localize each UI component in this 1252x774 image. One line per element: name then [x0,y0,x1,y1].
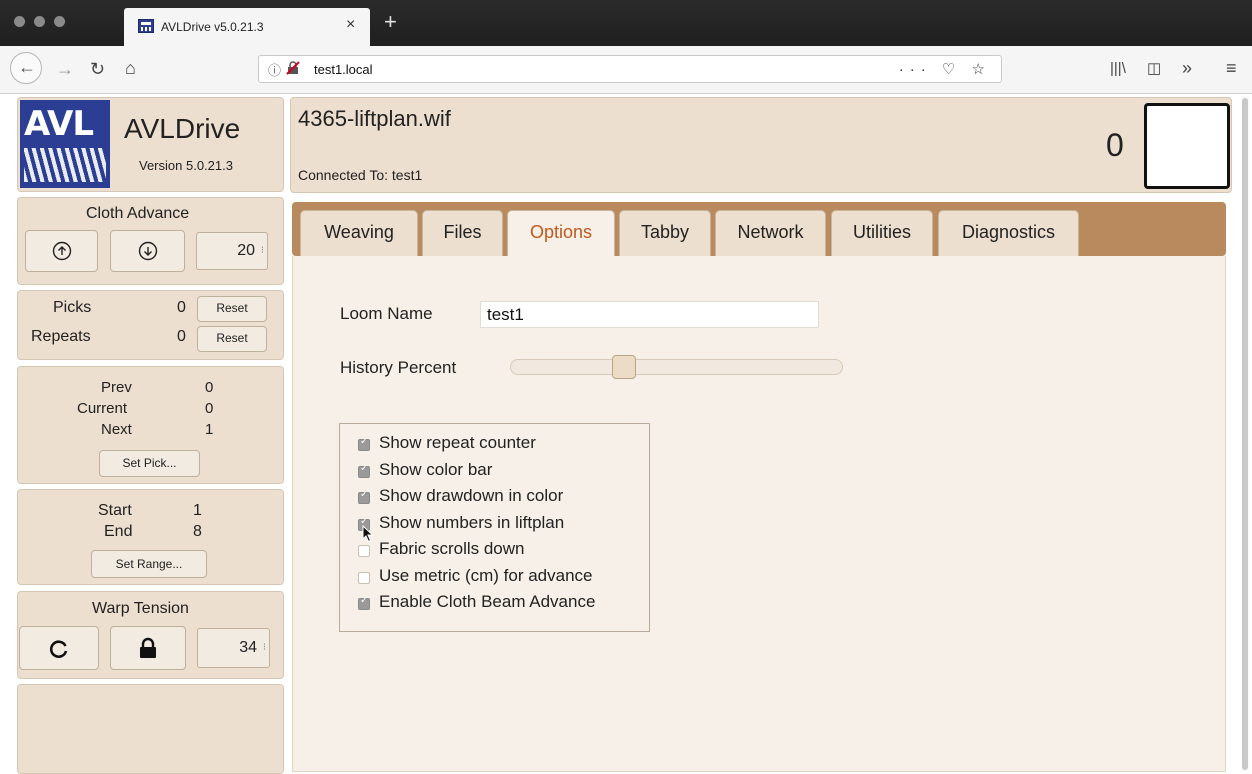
avl-logo: AVL [20,100,110,188]
favicon-icon [138,19,154,33]
reset-repeats-button[interactable]: Reset [197,326,267,352]
lock-icon [140,637,156,658]
tension-lock-button[interactable] [110,626,186,670]
set-range-button[interactable]: Set Range... [91,550,207,578]
end-label: End [104,523,133,540]
forward-icon[interactable]: → [56,59,74,79]
reload-icon[interactable]: ↻ [90,59,105,79]
window-zoom-dot[interactable] [54,16,65,27]
refresh-icon [49,640,68,658]
app-title: AVLDrive [124,113,241,144]
repeats-value: 0 [177,328,186,345]
history-percent-slider[interactable] [510,355,843,379]
current-label: Current [77,400,128,417]
history-percent-label: History Percent [340,358,457,377]
checkbox-label: Show numbers in liftplan [379,513,565,532]
checkbox-label: Use metric (cm) for advance [379,566,593,585]
current-color-box [1144,103,1230,189]
tab-tabby[interactable]: Tabby [619,210,711,256]
tab-utilities[interactable]: Utilities [831,210,933,256]
arrow-up-circle-icon [52,241,71,261]
display-options-group: Show repeat counter Show color bar Show … [339,423,650,632]
tab-files[interactable]: Files [422,210,503,256]
checkbox-label: Show repeat counter [379,433,536,452]
tension-reset-button[interactable] [19,626,99,670]
browser-titlebar: AVLDrive v5.0.21.3 × + [0,0,1252,46]
menu-icon[interactable]: ≡ [1226,58,1237,78]
warp-tension-title: Warp Tension [92,600,189,617]
checkbox-label: Show drawdown in color [379,486,564,505]
connection-status: Connected To: test1 [298,167,423,183]
sidebar-icon[interactable]: ◫ [1147,59,1161,79]
app-version: Version 5.0.21.3 [139,158,233,173]
browser-navbar: ← → ↻ ⌂ ⓘ test1.local ··· ♡ ☆ |||\ ◫ » ≡ [0,46,1252,94]
window-minimize-dot[interactable] [34,16,45,27]
checkbox-box[interactable] [358,489,370,504]
window-close-dot[interactable] [14,16,25,27]
home-icon[interactable]: ⌂ [125,58,136,78]
file-name: 4365-liftplan.wif [298,106,451,131]
current-value: 0 [205,400,214,417]
next-value: 1 [205,421,214,438]
url-bar[interactable]: ⓘ test1.local ··· ♡ ☆ [258,55,1002,83]
end-value: 8 [193,523,202,540]
page-actions-icon[interactable]: ··· ♡ ☆ [899,60,991,78]
info-icon[interactable]: ⓘ [268,60,281,79]
advance-down-button[interactable] [110,230,185,272]
pick-counter: 0 [1106,127,1124,163]
back-button[interactable]: ← [10,52,42,84]
tab-weaving[interactable]: Weaving [300,210,418,256]
tab-network[interactable]: Network [715,210,826,256]
checkbox-label: Fabric scrolls down [379,539,525,558]
tab-title: AVLDrive v5.0.21.3 [161,20,264,34]
picks-value: 0 [177,299,186,316]
loom-name-label: Loom Name [340,304,433,323]
new-tab-button[interactable]: + [384,11,397,33]
arrow-down-circle-icon [138,241,157,261]
checkbox-box[interactable] [358,595,370,610]
library-icon[interactable]: |||\ [1110,59,1126,79]
tab-close-icon[interactable]: × [346,16,355,34]
checkbox-box[interactable] [358,463,370,478]
set-pick-button[interactable]: Set Pick... [99,450,200,477]
checkbox-box[interactable] [358,436,370,451]
tab-diagnostics[interactable]: Diagnostics [938,210,1079,256]
logo-text: AVL [24,104,94,144]
logo-weave-pattern [24,148,106,182]
checkbox-box[interactable] [358,545,370,557]
overflow-icon[interactable]: » [1182,58,1192,78]
loom-name-input[interactable]: test1 [480,301,819,328]
browser-tab[interactable]: AVLDrive v5.0.21.3 × [124,8,370,46]
tab-options[interactable]: Options [507,210,615,258]
empty-panel [17,684,284,774]
checkbox-label: Enable Cloth Beam Advance [379,592,596,611]
advance-up-button[interactable] [25,230,98,272]
mouse-cursor-icon [362,525,374,543]
repeats-label: Repeats [31,328,91,345]
next-label: Next [101,421,132,438]
slider-handle[interactable] [612,355,636,379]
cloth-advance-stepper[interactable]: 20 [196,232,268,270]
prev-value: 0 [205,379,214,396]
back-arrow-icon: ← [18,57,36,77]
checkbox-label: Show color bar [379,460,493,479]
checkbox-box[interactable] [358,572,370,584]
start-label: Start [98,502,132,519]
picks-label: Picks [53,299,92,316]
cloth-advance-title: Cloth Advance [86,205,190,222]
start-value: 1 [193,502,202,519]
prev-label: Prev [101,379,132,396]
scrollbar-thumb[interactable] [1242,98,1248,770]
warp-tension-stepper[interactable]: 34 [197,628,270,668]
url-text: test1.local [314,62,373,77]
insecure-lock-icon [286,61,300,75]
reset-picks-button[interactable]: Reset [197,296,267,322]
